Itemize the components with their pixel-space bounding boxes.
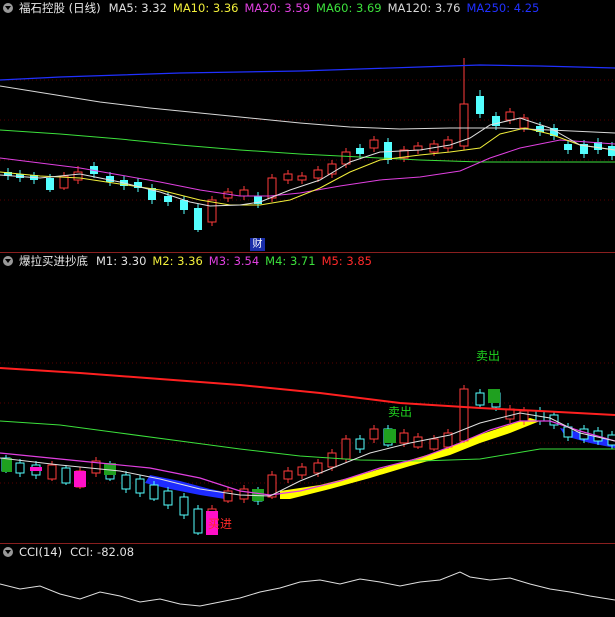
m4-legend: M4: 3.71 [265, 254, 316, 268]
green-block [384, 429, 396, 443]
m3-line [0, 420, 615, 496]
ma60-legend: MA60: 3.69 [316, 1, 382, 15]
candle-body [519, 410, 529, 422]
candle-body [429, 438, 439, 450]
price-plot [0, 58, 615, 232]
cci-line [0, 571, 615, 607]
sell-signal-label: 卖出 [388, 405, 413, 419]
candle-body [267, 177, 277, 199]
indicator-plot [0, 362, 615, 535]
candle-body [239, 189, 249, 197]
candle-body [239, 488, 249, 500]
candle-body [313, 462, 323, 474]
candle-body [61, 467, 71, 484]
price-legend: 福石控股 (日线) MA5: 3.32 MA10: 3.36 MA20: 3.5… [0, 0, 545, 16]
indicator-candles [1, 385, 615, 535]
candle-body [399, 432, 409, 444]
candle-body [355, 438, 365, 450]
candle-body [369, 139, 379, 149]
m5-line [0, 367, 615, 416]
m5-legend: M5: 3.85 [321, 254, 372, 268]
candle-body [46, 178, 54, 190]
cci-legend: CCI(14) CCI: -82.08 [0, 544, 140, 560]
candle-body [313, 169, 323, 179]
cci-panel[interactable]: CCI(14) CCI: -82.08 [0, 543, 615, 617]
sell-signal-label: 卖出 [476, 349, 501, 363]
candle-body [297, 175, 307, 181]
candle-body [73, 171, 83, 181]
candle-body [341, 438, 351, 460]
candle-body [459, 388, 469, 442]
indicator-title: 爆拉买进抄底 [19, 254, 88, 268]
ma20-legend: MA20: 3.59 [244, 1, 311, 15]
candle-body [505, 111, 515, 121]
candle-body [47, 464, 57, 480]
candlesticks [4, 58, 615, 232]
m2-legend: M2: 3.36 [152, 254, 203, 268]
candle-body [369, 428, 379, 440]
candle-body [163, 490, 173, 506]
candle-body [356, 148, 364, 154]
candle-body [164, 196, 172, 202]
candle-body [149, 484, 159, 500]
candle-body [15, 462, 25, 474]
green-block [2, 458, 12, 472]
candle-body [564, 144, 572, 150]
ma5-legend: MA5: 3.32 [108, 1, 167, 15]
candle-body [297, 466, 307, 476]
candle-body [283, 470, 293, 480]
indicator-legend: 爆拉买进抄底 M1: 3.30 M2: 3.36 M3: 3.54 M4: 3.… [0, 253, 378, 269]
candle-body [135, 478, 145, 494]
ma250-legend: MA250: 4.25 [466, 1, 540, 15]
candle-body [443, 139, 453, 149]
candle-body [476, 96, 484, 114]
stock-title: 福石控股 (日线) [19, 1, 101, 15]
candle-body [475, 392, 485, 406]
m3-legend: M3: 3.54 [208, 254, 260, 268]
ma120-legend: MA120: 3.76 [387, 1, 461, 15]
financial-report-badge[interactable]: 财 [250, 238, 265, 251]
cci-name: CCI(14) [19, 545, 63, 559]
m1-legend: M1: 3.30 [96, 254, 147, 268]
ma60-line [0, 129, 615, 163]
magenta-block [30, 467, 42, 471]
buy-signal-label: 买进 [208, 517, 233, 531]
indicator-panel[interactable]: 爆拉买进抄底 M1: 3.30 M2: 3.36 M3: 3.54 M4: 3.… [0, 252, 615, 543]
ma10-legend: MA10: 3.36 [172, 1, 239, 15]
magenta-block [74, 471, 86, 487]
candle-body [193, 508, 203, 534]
cci-value: CCI: -82.08 [70, 545, 135, 559]
candle-body [207, 199, 217, 223]
ma250-line [0, 64, 615, 81]
price-chart-panel[interactable]: 福石控股 (日线) MA5: 3.32 MA10: 3.36 MA20: 3.5… [0, 0, 615, 251]
green-block [488, 389, 500, 403]
candle-body [121, 474, 131, 490]
panel-menu-icon[interactable] [3, 547, 13, 557]
candle-body [179, 496, 189, 516]
candle-body [180, 200, 188, 210]
panel-menu-icon[interactable] [3, 3, 13, 13]
candle-body [283, 173, 293, 181]
candle-body [327, 452, 337, 468]
candle-body [608, 146, 615, 156]
panel-menu-icon[interactable] [3, 256, 13, 266]
candle-body [194, 208, 202, 230]
